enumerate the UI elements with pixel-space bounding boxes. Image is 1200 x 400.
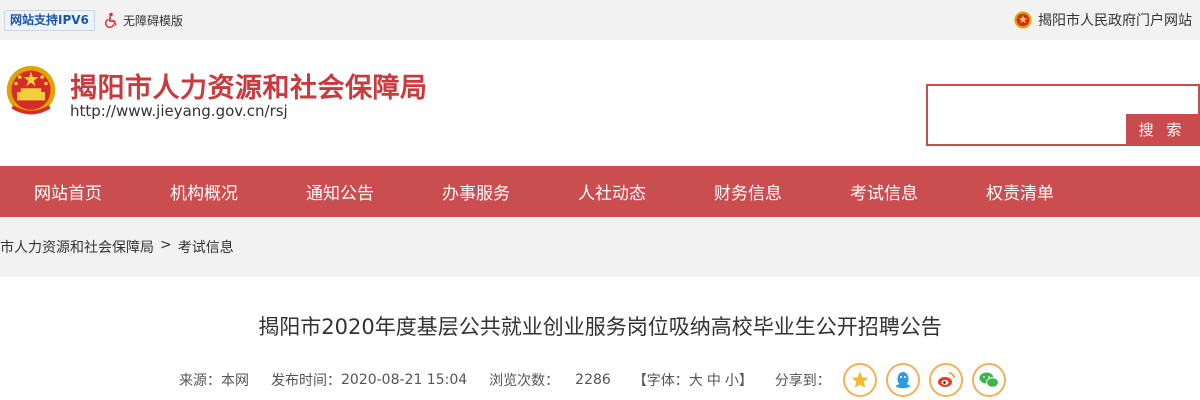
source-label: 来源： [179, 373, 221, 389]
national-emblem-logo[interactable] [3, 64, 59, 120]
breadcrumb-separator: > [160, 237, 172, 253]
nav-item-news[interactable]: 人社动态 [544, 179, 680, 204]
share-qq-button[interactable] [885, 363, 920, 397]
nav-item-finance[interactable]: 财务信息 [680, 179, 816, 204]
top-utility-bar: 网站支持IPV6 无障碍模版 揭阳市人民政府门户网站 [0, 0, 1200, 40]
font-size-label: 【字体： [632, 373, 689, 389]
ipv6-badge: 网站支持IPV6 [4, 10, 95, 31]
font-small-button[interactable]: 小 [725, 370, 739, 390]
nav-item-notices[interactable]: 通知公告 [272, 179, 408, 204]
share-weibo-button[interactable] [928, 363, 963, 397]
nav-item-about[interactable]: 机构概况 [136, 179, 272, 204]
search-box: 搜 索 [926, 84, 1200, 146]
share-label: 分享到： [774, 373, 831, 389]
main-nav: 网站首页 机构概况 通知公告 办事服务 人社动态 财务信息 考试信息 权责清单 [0, 166, 1200, 217]
national-emblem-icon [1014, 11, 1032, 29]
nav-item-home[interactable]: 网站首页 [0, 179, 136, 204]
accessibility-link[interactable]: 无障碍模版 [103, 10, 183, 30]
nav-item-powers-list[interactable]: 权责清单 [952, 179, 1088, 204]
search-button[interactable]: 搜 索 [1126, 114, 1198, 144]
source-value: 本网 [221, 373, 249, 389]
accessibility-label: 无障碍模版 [123, 13, 184, 28]
views-value: 2286 [575, 372, 611, 388]
site-title[interactable]: 揭阳市人力资源和社会保障局 [70, 66, 428, 105]
share-wechat-button[interactable] [971, 363, 1006, 397]
qzone-star-icon [851, 371, 869, 388]
article-title: 揭阳市2020年度基层公共就业创业服务岗位吸纳高校毕业生公开招聘公告 [258, 315, 942, 339]
font-medium-button[interactable]: 中 [707, 370, 721, 390]
breadcrumb-bar: 市人力资源和社会保障局 > 考试信息 [0, 217, 1200, 277]
wechat-icon [979, 372, 999, 388]
views-label: 浏览次数： [489, 373, 560, 389]
breadcrumb-current[interactable]: 考试信息 [178, 237, 234, 257]
weibo-icon [937, 372, 955, 387]
font-size-close: 】 [738, 373, 753, 389]
wheelchair-icon [104, 12, 117, 28]
site-url: http://www.jieyang.gov.cn/rsj [70, 102, 288, 120]
gov-portal-label: 揭阳市人民政府门户网站 [1038, 13, 1192, 29]
font-large-button[interactable]: 大 [689, 370, 703, 390]
breadcrumb: 市人力资源和社会保障局 > 考试信息 [0, 237, 234, 257]
gov-portal-link[interactable]: 揭阳市人民政府门户网站 [1014, 9, 1192, 31]
qq-penguin-icon [895, 372, 910, 389]
site-header: 揭阳市人力资源和社会保障局 http://www.jieyang.gov.cn/… [0, 40, 1200, 166]
article-meta: 来源： 本网 发布时间： 2020-08-21 15:04 浏览次数： 2286… [179, 363, 1006, 397]
nav-item-services[interactable]: 办事服务 [408, 179, 544, 204]
share-icons [842, 363, 1006, 397]
nav-item-exams[interactable]: 考试信息 [816, 179, 952, 204]
share-qzone-button[interactable] [842, 363, 877, 397]
breadcrumb-parent[interactable]: 市人力资源和社会保障局 [0, 237, 154, 257]
published-value: 2020-08-21 15:04 [341, 372, 468, 388]
published-label: 发布时间： [271, 373, 341, 389]
